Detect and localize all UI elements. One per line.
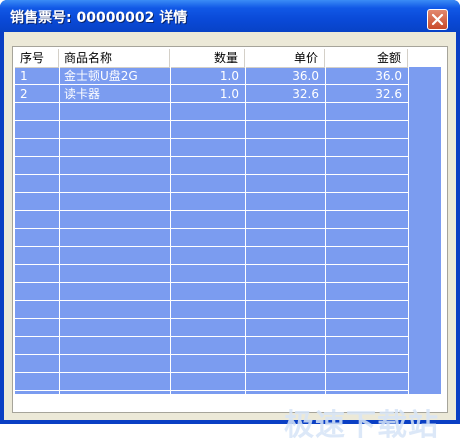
grid-row-line [15, 300, 408, 301]
column-header-qty[interactable]: 数量 [170, 49, 245, 67]
grid-header: 序号 商品名称 数量 单价 金额 [15, 49, 441, 68]
cell-qty: 1.0 [219, 69, 239, 83]
grid-row-line [15, 336, 408, 337]
column-header-name[interactable]: 商品名称 [59, 49, 170, 67]
column-header-amount[interactable]: 金额 [325, 49, 408, 67]
grid-column-line [245, 49, 246, 412]
close-button[interactable] [427, 9, 448, 30]
grid-row-line [15, 246, 408, 247]
cell-name: 金士顿U盘2G [64, 69, 138, 83]
grid-column-line [59, 49, 60, 412]
close-icon [431, 13, 444, 26]
grid-column-line [325, 49, 326, 412]
grid-row-line [15, 372, 408, 373]
details-grid[interactable]: 序号 商品名称 数量 单价 金额 1 金士顿U盘2G 1.0 36.0 36.0… [15, 49, 441, 412]
grid-row-line [15, 120, 408, 121]
cell-price: 36.0 [292, 69, 319, 83]
grid-row-line [15, 282, 408, 283]
cell-no: 1 [20, 69, 28, 83]
window-title: 销售票号: 00000002 详情 [10, 10, 188, 26]
watermark: 极速下载站 [284, 408, 439, 443]
grid-row-line [15, 138, 408, 139]
grid-row-line [15, 354, 408, 355]
column-header-price[interactable]: 单价 [245, 49, 325, 67]
table-row[interactable]: 1 金士顿U盘2G 1.0 36.0 36.0 [15, 67, 408, 85]
cell-amount: 36.0 [375, 69, 402, 83]
grid-row-line [15, 318, 408, 319]
grid-row-line [15, 264, 408, 265]
grid-column-line [408, 49, 409, 412]
dialog-window: 销售票号: 00000002 详情 序号 商品名称 数量 单价 金额 1 金士顿… [0, 0, 460, 443]
column-header-no[interactable]: 序号 [15, 49, 59, 67]
cell-no: 2 [20, 87, 28, 101]
grid-empty-area [408, 67, 441, 412]
table-row[interactable]: 2 读卡器 1.0 32.6 32.6 [15, 85, 408, 103]
dialog-body: 序号 商品名称 数量 单价 金额 1 金士顿U盘2G 1.0 36.0 36.0… [4, 32, 456, 443]
grid-row-line [15, 192, 408, 193]
cell-name: 读卡器 [64, 87, 101, 101]
grid-row-line [15, 390, 408, 391]
grid-row-line [15, 174, 408, 175]
cell-price: 32.6 [292, 87, 319, 101]
grid-row-line [15, 210, 408, 211]
grid-row-line [15, 228, 408, 229]
grid-row-line [15, 156, 408, 157]
column-header-filler [408, 49, 441, 67]
grid-column-line [170, 49, 171, 412]
cell-amount: 32.6 [375, 87, 402, 101]
title-bar[interactable]: 销售票号: 00000002 详情 [0, 0, 460, 32]
cell-qty: 1.0 [219, 87, 239, 101]
